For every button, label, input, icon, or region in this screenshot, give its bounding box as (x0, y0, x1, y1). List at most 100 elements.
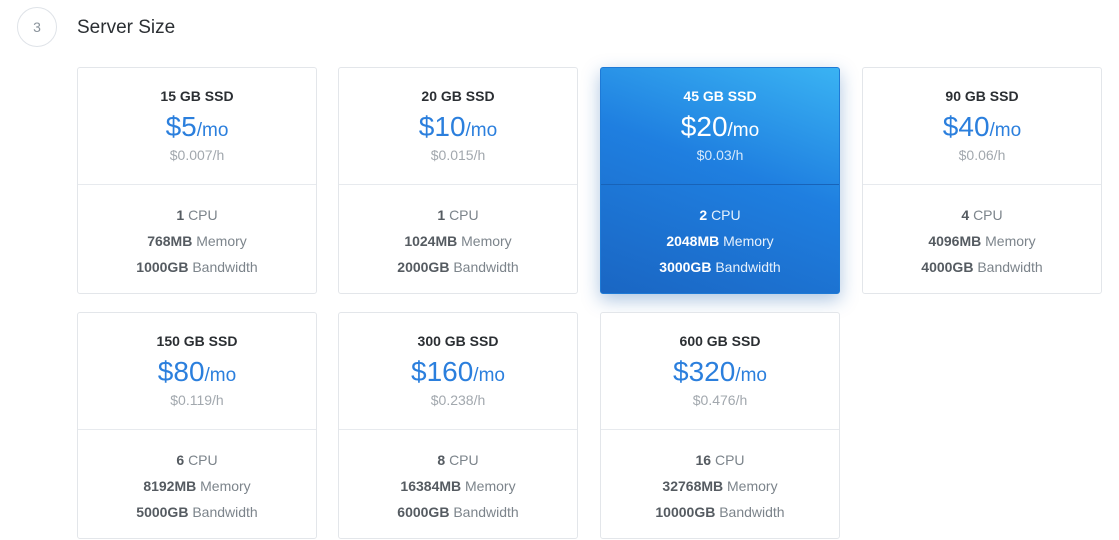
plan-memory-label: Memory (196, 233, 247, 249)
plan-cpu: 6 CPU (78, 447, 316, 473)
plan-price-amount: $320 (673, 356, 736, 387)
plan-bandwidth-label: Bandwidth (192, 504, 258, 520)
plan-card-45gb[interactable]: 45 GB SSD $20/mo $0.03/h 2 CPU 2048MB Me… (600, 67, 840, 294)
plan-cpu-label: CPU (711, 207, 741, 223)
plan-bandwidth: 4000GB Bandwidth (863, 254, 1101, 280)
plan-price-amount: $160 (411, 356, 474, 387)
plan-specs: 4 CPU 4096MB Memory 4000GB Bandwidth (863, 185, 1101, 280)
plan-price-section: 15 GB SSD $5/mo $0.007/h (78, 68, 316, 185)
plan-price-amount: $20 (680, 111, 728, 142)
plan-memory-label: Memory (200, 478, 251, 494)
plan-card-300gb[interactable]: 300 GB SSD $160/mo $0.238/h 8 CPU 16384M… (338, 312, 578, 539)
plan-disk-size: 150 GB SSD (156, 333, 238, 349)
plan-card-90gb[interactable]: 90 GB SSD $40/mo $0.06/h 4 CPU 4096MB Me… (862, 67, 1102, 294)
plan-memory-value: 1024MB (404, 233, 458, 249)
plan-memory: 768MB Memory (78, 228, 316, 254)
plan-price-amount: $5 (165, 111, 197, 142)
plan-bandwidth-label: Bandwidth (192, 259, 258, 275)
plan-memory-value: 4096MB (928, 233, 982, 249)
plan-cpu-value: 1 (176, 207, 185, 223)
plan-memory-value: 32768MB (662, 478, 724, 494)
plan-price-amount: $10 (418, 111, 466, 142)
plan-price-period: /mo (989, 120, 1022, 141)
plan-hourly-price: $0.119/h (170, 392, 224, 408)
plan-specs: 6 CPU 8192MB Memory 5000GB Bandwidth (78, 430, 316, 525)
plan-monthly-price: $40/mo (863, 110, 1101, 149)
plan-specs: 2 CPU 2048MB Memory 3000GB Bandwidth (601, 185, 839, 280)
plan-bandwidth: 1000GB Bandwidth (78, 254, 316, 280)
plan-bandwidth-label: Bandwidth (453, 259, 519, 275)
plan-cpu: 4 CPU (863, 202, 1101, 228)
plan-cpu-label: CPU (188, 207, 218, 223)
plan-monthly-price: $80/mo (78, 355, 316, 394)
plan-price-section: 150 GB SSD $80/mo $0.119/h (78, 313, 316, 430)
plan-specs: 8 CPU 16384MB Memory 6000GB Bandwidth (339, 430, 577, 525)
plan-bandwidth-value: 6000GB (397, 504, 450, 520)
plan-monthly-price: $5/mo (78, 110, 316, 149)
plan-bandwidth: 6000GB Bandwidth (339, 499, 577, 525)
plan-bandwidth-value: 3000GB (659, 259, 712, 275)
plan-card-20gb[interactable]: 20 GB SSD $10/mo $0.015/h 1 CPU 1024MB M… (338, 67, 578, 294)
plan-price-amount: $80 (157, 356, 205, 387)
plan-price-period: /mo (735, 365, 767, 386)
plan-bandwidth: 3000GB Bandwidth (601, 254, 839, 280)
plan-bandwidth-value: 5000GB (136, 504, 189, 520)
plan-memory-value: 768MB (147, 233, 193, 249)
plan-memory-label: Memory (727, 478, 778, 494)
plan-cpu-value: 4 (961, 207, 970, 223)
plan-cpu-value: 8 (437, 452, 446, 468)
plan-specs: 16 CPU 32768MB Memory 10000GB Bandwidth (601, 430, 839, 525)
plan-cpu-value: 2 (699, 207, 708, 223)
plan-disk-size: 45 GB SSD (683, 88, 757, 104)
plan-price-period: /mo (727, 120, 760, 141)
plan-bandwidth: 10000GB Bandwidth (601, 499, 839, 525)
plan-memory-value: 2048MB (666, 233, 720, 249)
plan-specs: 1 CPU 768MB Memory 1000GB Bandwidth (78, 185, 316, 280)
plan-cpu-value: 1 (437, 207, 446, 223)
plan-hourly-price: $0.06/h (958, 147, 1006, 163)
plan-cpu-label: CPU (449, 207, 479, 223)
plan-bandwidth: 5000GB Bandwidth (78, 499, 316, 525)
plan-cpu-label: CPU (973, 207, 1003, 223)
plan-cpu-value: 6 (176, 452, 185, 468)
plan-memory: 8192MB Memory (78, 473, 316, 499)
plan-bandwidth-label: Bandwidth (453, 504, 519, 520)
plan-disk-size: 600 GB SSD (679, 333, 761, 349)
plan-price-period: /mo (465, 120, 498, 141)
plan-disk-size: 20 GB SSD (421, 88, 495, 104)
plan-memory-value: 16384MB (400, 478, 462, 494)
plan-price-section: 20 GB SSD $10/mo $0.015/h (339, 68, 577, 185)
plan-cpu: 1 CPU (339, 202, 577, 228)
plan-disk-size: 300 GB SSD (417, 333, 499, 349)
plan-bandwidth-value: 10000GB (655, 504, 716, 520)
plan-price-section: 300 GB SSD $160/mo $0.238/h (339, 313, 577, 430)
plan-price-period: /mo (196, 120, 229, 141)
plan-bandwidth-label: Bandwidth (977, 259, 1043, 275)
plan-memory-label: Memory (461, 233, 512, 249)
plan-bandwidth: 2000GB Bandwidth (339, 254, 577, 280)
plan-price-section: 45 GB SSD $20/mo $0.03/h (601, 68, 839, 185)
plan-monthly-price: $160/mo (339, 355, 577, 394)
plan-hourly-price: $0.238/h (430, 392, 486, 408)
plan-cpu: 1 CPU (78, 202, 316, 228)
plan-price-section: 90 GB SSD $40/mo $0.06/h (863, 68, 1101, 185)
plan-cpu-label: CPU (449, 452, 479, 468)
plan-card-150gb[interactable]: 150 GB SSD $80/mo $0.119/h 6 CPU 8192MB … (77, 312, 317, 539)
plan-bandwidth-label: Bandwidth (719, 504, 785, 520)
plan-monthly-price: $10/mo (339, 110, 577, 149)
plan-card-15gb[interactable]: 15 GB SSD $5/mo $0.007/h 1 CPU 768MB Mem… (77, 67, 317, 294)
plan-disk-size: 15 GB SSD (160, 88, 234, 104)
section-title: Server Size (77, 17, 176, 38)
plan-cpu: 8 CPU (339, 447, 577, 473)
plan-memory: 16384MB Memory (339, 473, 577, 499)
plan-price-period: /mo (204, 365, 237, 386)
plan-memory-label: Memory (723, 233, 774, 249)
plan-cpu: 2 CPU (601, 202, 839, 228)
plan-bandwidth-value: 4000GB (921, 259, 974, 275)
plan-bandwidth-value: 2000GB (397, 259, 450, 275)
plan-memory: 2048MB Memory (601, 228, 839, 254)
plan-hourly-price: $0.007/h (169, 147, 225, 163)
plan-cpu-label: CPU (188, 452, 218, 468)
plan-card-600gb[interactable]: 600 GB SSD $320/mo $0.476/h 16 CPU 32768… (600, 312, 840, 539)
plan-hourly-price: $0.015/h (430, 147, 486, 163)
